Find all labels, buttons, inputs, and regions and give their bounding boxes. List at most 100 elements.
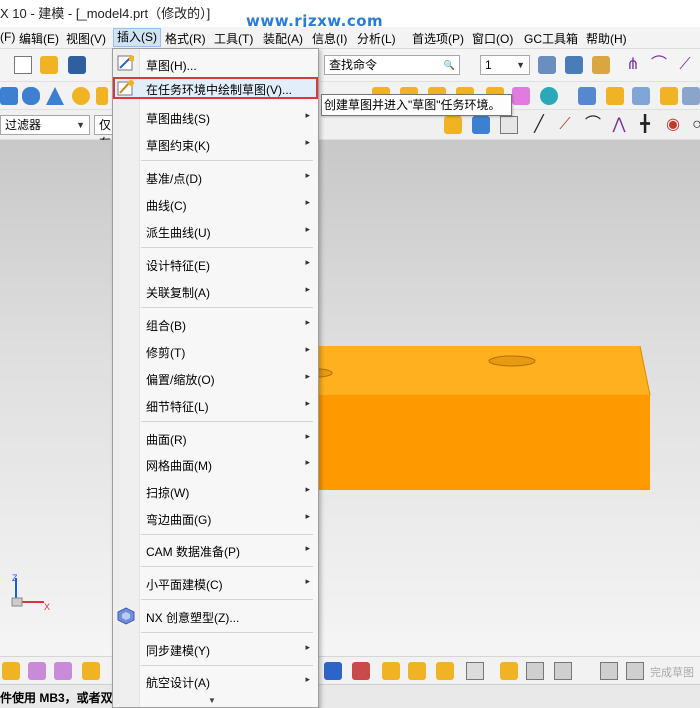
menu-item-aerospace-design[interactable]: 航空设计(A) ▸ — [113, 670, 318, 692]
status-bar: 件使用 MB3，或者双击 — [0, 684, 700, 708]
menu-analysis[interactable]: 分析(L) — [357, 30, 396, 47]
grid-icon[interactable] — [600, 662, 618, 680]
insert-menu: 草图(H)... 在任务环境中绘制草图(V)... 草图曲线(S) ▸ 草图约束… — [112, 48, 319, 708]
trim-body-icon[interactable] — [660, 87, 678, 105]
split-body-icon[interactable] — [682, 87, 700, 105]
line-icon[interactable]: ╱ — [530, 116, 548, 134]
cone-icon[interactable] — [46, 87, 64, 105]
block-front-face[interactable] — [300, 395, 650, 490]
menu-item-synchronous-modeling[interactable]: 同步建模(Y) ▸ — [113, 638, 318, 660]
menu-item-sketch-in-task-environment[interactable]: 在任务环境中绘制草图(V)... — [113, 77, 318, 99]
menu-item-associative-copy[interactable]: 关联复制(A) ▸ — [113, 280, 318, 302]
menu-item-datum-point[interactable]: 基准/点(D) ▸ — [113, 166, 318, 188]
submenu-arrow-icon: ▸ — [305, 197, 310, 207]
menu-item-facet-modeling[interactable]: 小平面建模(C) ▸ — [113, 572, 318, 594]
move-object-icon[interactable] — [436, 662, 454, 680]
cylinder-icon[interactable] — [22, 87, 40, 105]
view-iso-icon[interactable] — [2, 662, 20, 680]
point-line-icon[interactable]: ⟋ — [556, 116, 574, 134]
center-point-icon[interactable]: ◉ — [664, 116, 682, 134]
view-top-icon[interactable] — [28, 662, 46, 680]
dimension-icon[interactable] — [352, 662, 370, 680]
submenu-arrow-icon: ▸ — [305, 110, 310, 120]
layer-settings-icon[interactable] — [538, 56, 556, 74]
menu-item-combine[interactable]: 组合(B) ▸ — [113, 313, 318, 335]
menu-edit[interactable]: 编辑(E) — [19, 30, 59, 47]
hole-right[interactable] — [488, 355, 536, 367]
tooltip-text: 创建草图并进入"草图"任务环境。 — [324, 98, 501, 112]
submenu-arrow-icon: ▸ — [305, 511, 310, 521]
menu-item-flange-surface[interactable]: 弯边曲面(G) ▸ — [113, 507, 318, 529]
intersection-icon[interactable]: ╋ — [636, 116, 654, 134]
hole-tool-icon[interactable] — [526, 662, 544, 680]
open-folder-icon[interactable] — [40, 56, 58, 74]
polyline-icon[interactable]: ⋀ — [610, 116, 628, 134]
finish-sketch-label[interactable]: 完成草图 — [650, 664, 694, 680]
menu-assemblies[interactable]: 装配(A) — [263, 30, 303, 47]
offset-face-icon[interactable] — [540, 87, 558, 105]
menu-help[interactable]: 帮助(H) — [586, 30, 627, 47]
menu-item-offset-scale[interactable]: 偏置/缩放(O) ▸ — [113, 367, 318, 389]
menu-window[interactable]: 窗口(O) — [472, 30, 513, 47]
menu-item-sketch-curve[interactable]: 草图曲线(S) ▸ — [113, 106, 318, 128]
menu-item-surface[interactable]: 曲面(R) ▸ — [113, 427, 318, 449]
finish-flag-icon[interactable] — [626, 662, 644, 680]
menu-item-derived-curve[interactable]: 派生曲线(U) ▸ — [113, 220, 318, 242]
link-icon[interactable] — [500, 662, 518, 680]
select-body-icon[interactable] — [472, 116, 490, 134]
new-file-icon[interactable] — [14, 56, 32, 74]
arc-icon[interactable]: ⌒ — [584, 116, 602, 134]
menu-item-nx-realize-shape[interactable]: NX 创意塑型(Z)... — [113, 605, 318, 627]
wcs-icon[interactable] — [592, 56, 610, 74]
mirror-feature-icon[interactable] — [408, 662, 426, 680]
menu-item-sketch[interactable]: 草图(H)... — [113, 53, 318, 75]
view-right-icon[interactable] — [82, 662, 100, 680]
menu-preferences[interactable]: 首选项(P) — [412, 30, 464, 47]
pattern-icon[interactable] — [512, 87, 530, 105]
select-face-icon[interactable] — [444, 116, 462, 134]
menu-insert[interactable]: 插入(S) — [113, 28, 161, 47]
submenu-arrow-icon: ▸ — [305, 642, 310, 652]
menu-format[interactable]: 格式(R) — [165, 30, 206, 47]
menu-item-trim[interactable]: 修剪(T) ▸ — [113, 340, 318, 362]
snap-end-icon[interactable]: ⟋ — [676, 56, 694, 74]
shell-icon[interactable] — [606, 87, 624, 105]
menu-file[interactable]: (F) — [0, 30, 15, 44]
type-filter-dropdown[interactable]: 过滤器 ▼ — [0, 115, 90, 135]
snap-grid-icon[interactable] — [500, 116, 518, 134]
draft-icon[interactable] — [578, 87, 596, 105]
menu-gc-toolkit[interactable]: GC工具箱 — [524, 30, 578, 47]
quadrant-icon[interactable]: ○ — [688, 116, 700, 134]
show-hide-icon[interactable] — [565, 56, 583, 74]
title-bar: X 10 - 建模 - [_model4.prt（修改的）] www.rjzxw… — [0, 0, 700, 30]
thread-tool-icon[interactable] — [554, 662, 572, 680]
save-icon[interactable] — [68, 56, 86, 74]
window-title: X 10 - 建模 - [_model4.prt（修改的）] — [0, 6, 211, 21]
sphere-icon[interactable] — [72, 87, 90, 105]
extrude-icon[interactable] — [96, 87, 108, 105]
view-front-icon[interactable] — [54, 662, 72, 680]
pattern-feature-icon[interactable] — [382, 662, 400, 680]
menu-tools[interactable]: 工具(T) — [214, 30, 253, 47]
menu-item-detail-feature[interactable]: 细节特征(L) ▸ — [113, 394, 318, 416]
menu-scroll-down-icon[interactable]: ▼ — [208, 696, 216, 705]
block-icon[interactable] — [0, 87, 18, 105]
measure-icon[interactable] — [466, 662, 484, 680]
command-search-input[interactable]: 查找命令 🔍 — [324, 55, 460, 75]
block-top-face[interactable] — [300, 346, 650, 395]
graphics-window[interactable] — [0, 140, 700, 656]
snap-point-icon[interactable]: ⋔ — [624, 56, 642, 74]
svg-text:Z: Z — [12, 574, 18, 583]
menu-view[interactable]: 视图(V) — [66, 30, 106, 47]
menu-item-cam-data-prep[interactable]: CAM 数据准备(P) ▸ — [113, 539, 318, 561]
spin-selector[interactable]: 1 ▼ — [480, 55, 530, 75]
menu-item-design-feature[interactable]: 设计特征(E) ▸ — [113, 253, 318, 275]
menu-item-curve[interactable]: 曲线(C) ▸ — [113, 193, 318, 215]
menu-item-sketch-constraint[interactable]: 草图约束(K) ▸ — [113, 133, 318, 155]
menu-item-mesh-surface[interactable]: 网格曲面(M) ▸ — [113, 453, 318, 475]
thicken-icon[interactable] — [632, 87, 650, 105]
snap-curve-icon[interactable]: ⌒ — [650, 56, 668, 74]
menu-item-sweep[interactable]: 扫掠(W) ▸ — [113, 480, 318, 502]
menu-information[interactable]: 信息(I) — [312, 30, 347, 47]
sketch-tool-icon[interactable] — [324, 662, 342, 680]
